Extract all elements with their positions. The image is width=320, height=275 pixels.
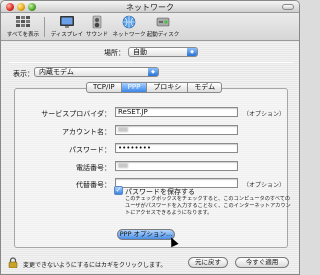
toolbar: すべてを表示 ディスプレイ サウンド ネットワーク 起動ディスク [1, 13, 299, 41]
tab-tcpip[interactable]: TCP/IP [86, 82, 122, 93]
toolbar-toggle-button[interactable] [282, 4, 294, 10]
toolbar-item-label: ネットワーク [112, 32, 146, 38]
grid-icon [16, 16, 30, 27]
tab-bar: TCP/IP PPP プロキシ モデム [86, 82, 223, 93]
revert-button[interactable]: 元に戻す [188, 257, 228, 268]
startup-disk-icon [156, 17, 170, 27]
toolbar-startup-disk[interactable]: 起動ディスク [143, 15, 183, 38]
password-field[interactable]: •••••••• [115, 143, 238, 153]
lock-icon[interactable] [8, 257, 18, 268]
redacted-account-name [118, 127, 128, 132]
toolbar-item-label: すべてを表示 [6, 32, 40, 38]
account-name-label: アカウント名： [62, 128, 111, 136]
show-label: 表示： [13, 70, 34, 78]
toolbar-item-label: サウンド [85, 32, 108, 38]
sound-icon [92, 15, 102, 29]
phone-number-label: 電話番号： [76, 164, 111, 172]
alternate-number-label: 代替番号： [76, 181, 111, 189]
lock-instructions: 変更できないようにするにはカギをクリックします。 [23, 262, 167, 269]
show-value: 内蔵モデム [39, 68, 74, 76]
save-password-checkbox[interactable]: ✓ [114, 186, 123, 195]
display-icon [60, 16, 74, 28]
account-name-field[interactable] [115, 125, 238, 135]
chevron-updown-icon: ◆ [187, 48, 197, 56]
apply-now-button[interactable]: 今すぐ適用 [235, 257, 289, 268]
redacted-phone-number [118, 163, 128, 168]
show-popup[interactable]: 内蔵モデム ◆ [34, 67, 159, 77]
service-provider-label: サービスプロバイダ： [41, 110, 111, 118]
save-password-note: このチェックボックスをチェックすると、このコンピュータのすべてのユーザがパスワー… [125, 196, 291, 216]
location-value: 自動 [133, 48, 147, 56]
divider [9, 62, 293, 63]
chevron-updown-icon: ◆ [148, 68, 158, 76]
password-label: パスワード： [69, 146, 111, 154]
alternate-number-optional: （オプション） [243, 182, 286, 189]
title-bar: ネットワーク [1, 1, 299, 13]
toolbar-item-label: 起動ディスク [146, 32, 180, 38]
tab-ppp[interactable]: PPP [121, 82, 148, 93]
phone-number-field[interactable] [115, 161, 238, 171]
service-provider-field[interactable]: ReSET.JP [115, 107, 238, 117]
network-preferences-window: ネットワーク すべてを表示 ディスプレイ サウンド ネットワーク 起動ディスク … [0, 0, 300, 275]
toolbar-show-all[interactable]: すべてを表示 [3, 15, 43, 38]
location-label: 場所： [104, 49, 125, 57]
window-title: ネットワーク [126, 3, 174, 12]
network-icon [122, 15, 136, 29]
service-provider-optional: （オプション） [243, 111, 286, 118]
location-popup[interactable]: 自動 ◆ [128, 47, 198, 57]
tab-proxy[interactable]: プロキシ [147, 82, 189, 93]
toolbar-separator [44, 17, 45, 37]
tab-modem[interactable]: モデム [188, 82, 223, 93]
